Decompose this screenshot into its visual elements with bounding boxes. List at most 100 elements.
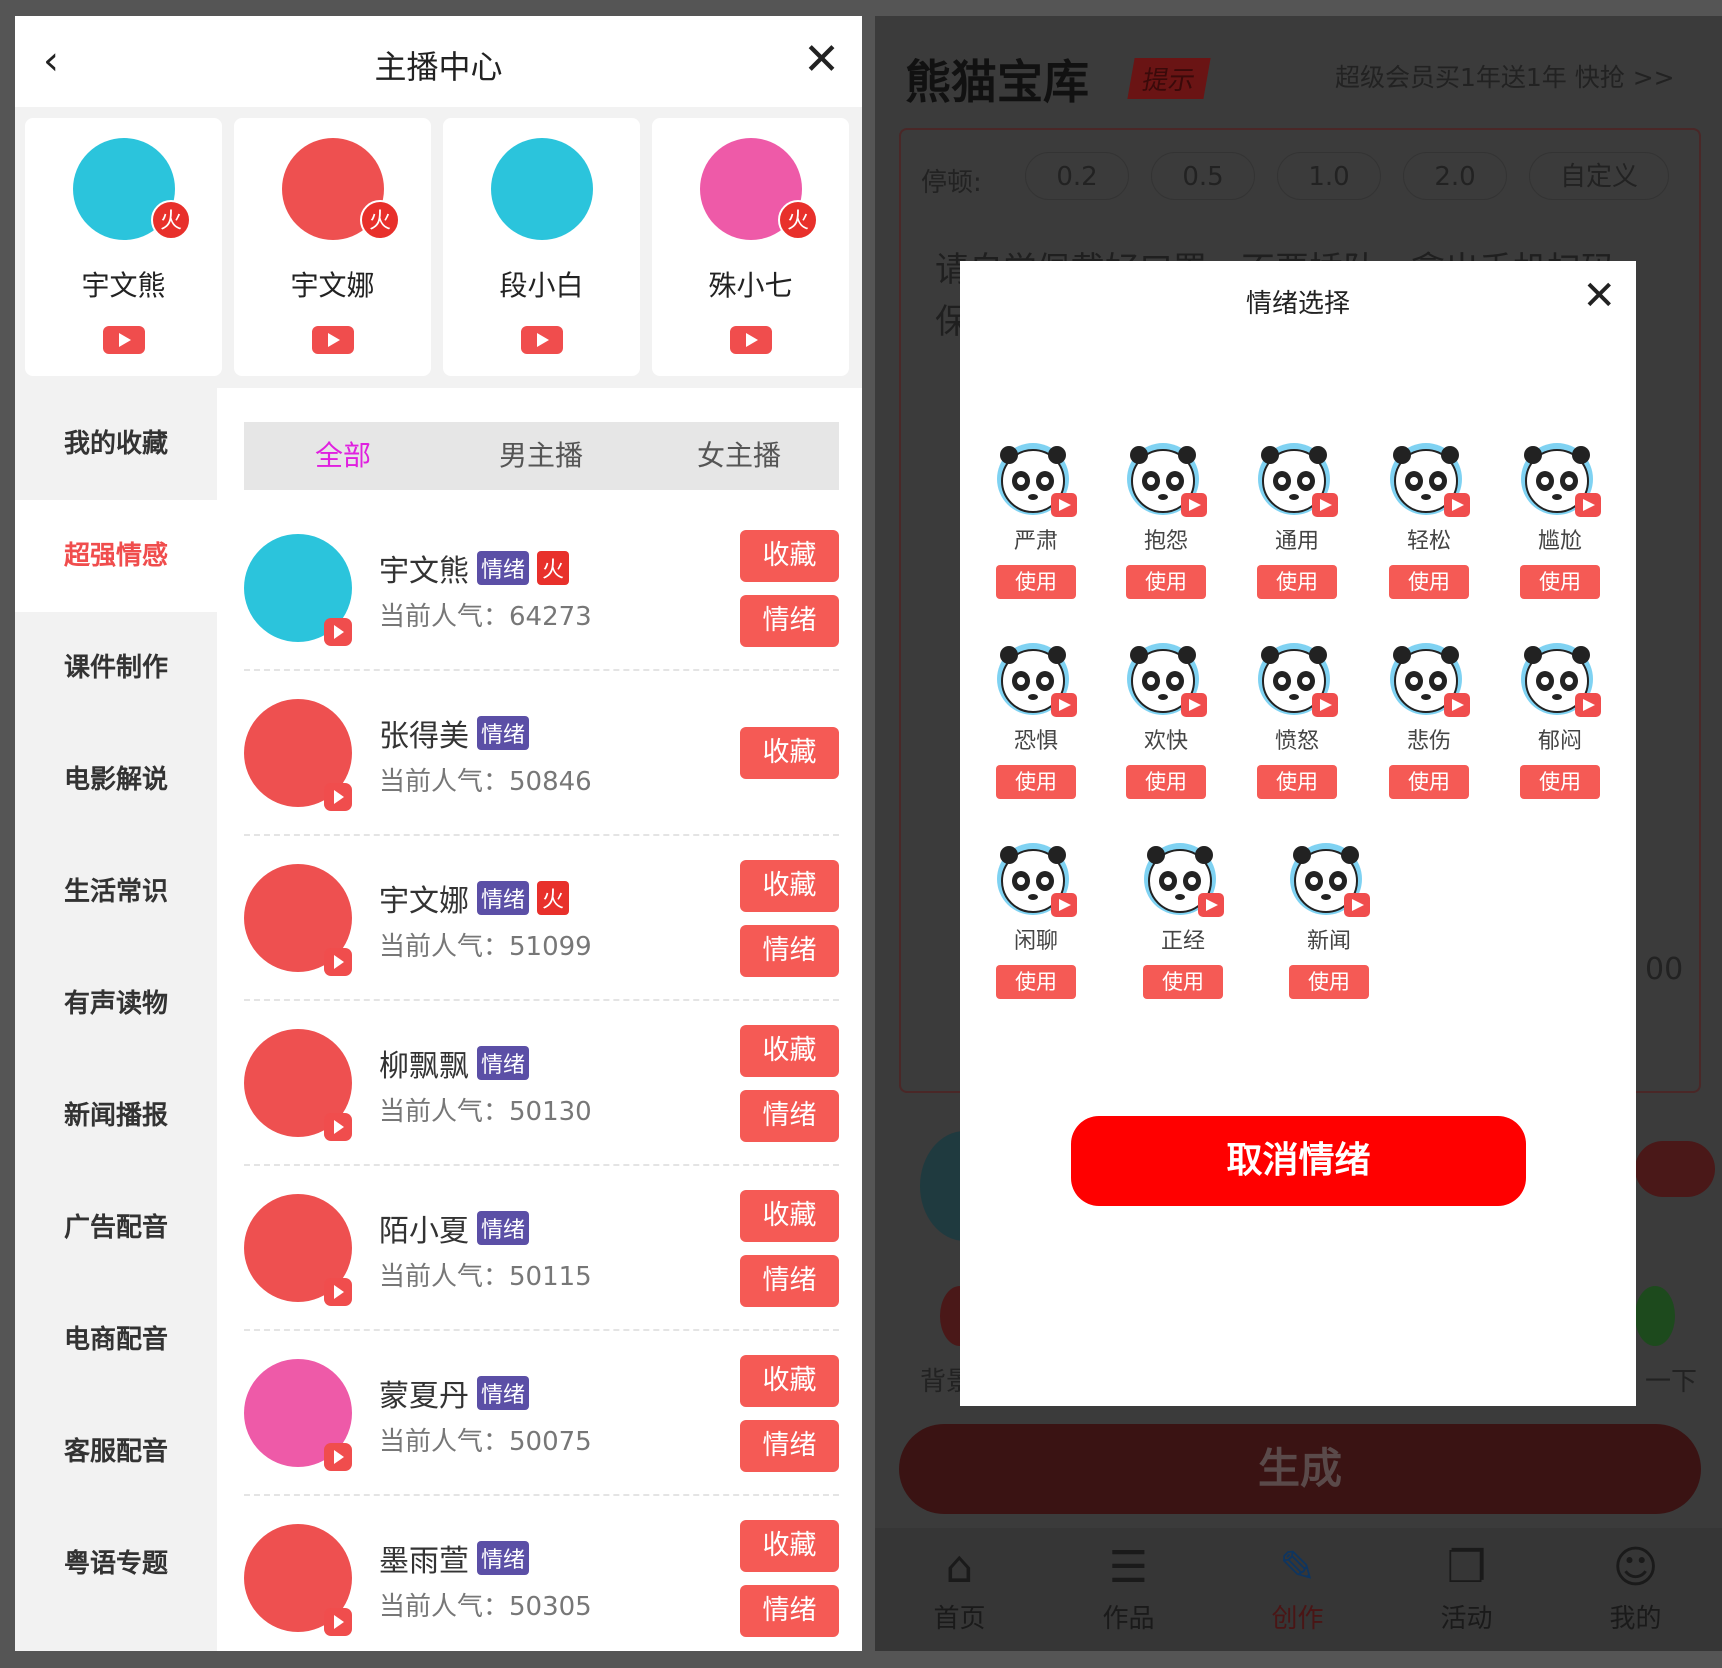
list-item[interactable]: 墨雨萱 情绪 当前人气：50305 收藏 情绪 bbox=[244, 1496, 839, 1651]
popularity-value: 50305 bbox=[509, 1592, 592, 1622]
pause-option[interactable]: 2.0 bbox=[1403, 152, 1507, 200]
play-icon[interactable] bbox=[324, 1608, 352, 1636]
preview-icon[interactable] bbox=[1635, 1286, 1675, 1346]
favorite-button[interactable]: 收藏 bbox=[740, 1025, 839, 1077]
list-item[interactable]: 蒙夏丹 情绪 当前人气：50075 收藏 情绪 bbox=[244, 1331, 839, 1496]
anchor-list-area: 全部 男主播 女主播 宇文熊 情绪火当前人气：64273 收藏 情绪 张得美 情绪 当前人气：5… bbox=[217, 388, 862, 1651]
nav-item[interactable]: ☺ 我的 bbox=[1551, 1528, 1720, 1635]
emotion-label: 欢快 bbox=[1143, 729, 1188, 754]
sidebar-item[interactable]: 生活常识 bbox=[15, 836, 217, 948]
favorite-button[interactable]: 收藏 bbox=[740, 530, 839, 582]
panda-icon[interactable] bbox=[1123, 441, 1209, 519]
pause-option[interactable]: 1.0 bbox=[1277, 152, 1381, 200]
nav-item[interactable]: ✎ 创作 bbox=[1213, 1528, 1382, 1635]
sidebar-item[interactable]: 客服配音 bbox=[15, 1396, 217, 1508]
tip-badge[interactable]: 提示 bbox=[1127, 58, 1211, 99]
sidebar-item[interactable]: 超强情感 bbox=[15, 500, 217, 612]
play-icon[interactable] bbox=[730, 326, 772, 354]
anchor-name-line: 蒙夏丹 情绪 bbox=[379, 1371, 530, 1415]
promo-link[interactable]: 超级会员买1年送1年 快抢 >> bbox=[1335, 58, 1675, 94]
use-button[interactable]: 使用 bbox=[1126, 765, 1206, 799]
use-button[interactable]: 使用 bbox=[996, 565, 1076, 599]
play-icon[interactable] bbox=[324, 783, 352, 811]
action-button[interactable] bbox=[1635, 1141, 1715, 1197]
favorite-button[interactable]: 收藏 bbox=[740, 727, 839, 779]
close-icon[interactable]: ✕ bbox=[1582, 273, 1616, 319]
panda-icon[interactable] bbox=[1254, 441, 1340, 519]
tab[interactable]: 女主播 bbox=[640, 422, 838, 490]
play-icon[interactable] bbox=[312, 326, 354, 354]
panda-icon[interactable] bbox=[993, 441, 1079, 519]
popularity: 当前人气：64273 bbox=[379, 596, 592, 633]
panda-icon[interactable] bbox=[993, 641, 1079, 719]
emotion-button[interactable]: 情绪 bbox=[740, 1090, 839, 1142]
panda-icon[interactable] bbox=[1123, 641, 1209, 719]
play-icon[interactable] bbox=[324, 618, 352, 646]
use-button[interactable]: 使用 bbox=[1257, 765, 1337, 799]
list-item[interactable]: 宇文娜 情绪火当前人气：51099 收藏 情绪 bbox=[244, 836, 839, 1001]
panda-icon[interactable] bbox=[993, 841, 1079, 919]
close-icon[interactable]: ✕ bbox=[803, 34, 840, 85]
favorite-button[interactable]: 收藏 bbox=[740, 1190, 839, 1242]
list-item[interactable]: 陌小夏 情绪 当前人气：50115 收藏 情绪 bbox=[244, 1166, 839, 1331]
featured-anchor-card[interactable]: 段小白 bbox=[443, 118, 640, 376]
nav-item[interactable]: ⌂ 首页 bbox=[875, 1528, 1044, 1635]
emotion-button[interactable]: 情绪 bbox=[740, 925, 839, 977]
play-icon[interactable] bbox=[103, 326, 145, 354]
sidebar-item[interactable]: 电商配音 bbox=[15, 1284, 217, 1396]
sidebar-item[interactable]: 课件制作 bbox=[15, 612, 217, 724]
sidebar-item[interactable]: 新闻播报 bbox=[15, 1060, 217, 1172]
sidebar-item[interactable]: 广告配音 bbox=[15, 1172, 217, 1284]
play-icon[interactable] bbox=[324, 1443, 352, 1471]
sidebar-item[interactable]: 我的收藏 bbox=[15, 388, 217, 500]
panda-icon[interactable] bbox=[1386, 641, 1472, 719]
emotion-button[interactable]: 情绪 bbox=[740, 1255, 839, 1307]
favorite-button[interactable]: 收藏 bbox=[740, 1520, 839, 1572]
generate-button[interactable]: 生成 bbox=[899, 1424, 1701, 1514]
tab[interactable]: 全部 bbox=[244, 422, 442, 490]
featured-anchor-card[interactable]: 火宇文熊 bbox=[25, 118, 222, 376]
nav-label: 首页 bbox=[933, 1604, 986, 1634]
panda-icon[interactable] bbox=[1140, 841, 1226, 919]
emotion-badge: 情绪 bbox=[477, 1046, 530, 1080]
emotion-button[interactable]: 情绪 bbox=[740, 595, 839, 647]
panda-icon[interactable] bbox=[1517, 641, 1603, 719]
emotion-button[interactable]: 情绪 bbox=[740, 1585, 839, 1637]
play-icon[interactable] bbox=[324, 948, 352, 976]
panda-icon[interactable] bbox=[1254, 641, 1340, 719]
use-button[interactable]: 使用 bbox=[1143, 965, 1223, 999]
featured-anchor-card[interactable]: 火宇文娜 bbox=[234, 118, 431, 376]
pause-option[interactable]: 自定义 bbox=[1529, 152, 1669, 200]
featured-anchor-card[interactable]: 火殊小七 bbox=[652, 118, 849, 376]
nav-item[interactable]: ☰ 作品 bbox=[1044, 1528, 1213, 1635]
play-icon[interactable] bbox=[324, 1113, 352, 1141]
favorite-button[interactable]: 收藏 bbox=[740, 860, 839, 912]
use-button[interactable]: 使用 bbox=[1520, 565, 1600, 599]
list-item[interactable]: 张得美 情绪 当前人气：50846 收藏 bbox=[244, 671, 839, 836]
favorite-button[interactable]: 收藏 bbox=[740, 1355, 839, 1407]
panda-icon[interactable] bbox=[1286, 841, 1372, 919]
tab[interactable]: 男主播 bbox=[442, 422, 640, 490]
pause-option[interactable]: 0.2 bbox=[1025, 152, 1129, 200]
list-item[interactable]: 宇文熊 情绪火当前人气：64273 收藏 情绪 bbox=[244, 506, 839, 671]
cancel-emotion-button[interactable]: 取消情绪 bbox=[1071, 1116, 1526, 1206]
use-button[interactable]: 使用 bbox=[1257, 565, 1337, 599]
sidebar-item[interactable]: 电影解说 bbox=[15, 724, 217, 836]
use-button[interactable]: 使用 bbox=[1389, 765, 1469, 799]
use-button[interactable]: 使用 bbox=[1520, 765, 1600, 799]
emotion-button[interactable]: 情绪 bbox=[740, 1420, 839, 1472]
use-button[interactable]: 使用 bbox=[1389, 565, 1469, 599]
list-item[interactable]: 柳飘飘 情绪 当前人气：50130 收藏 情绪 bbox=[244, 1001, 839, 1166]
panda-icon[interactable] bbox=[1517, 441, 1603, 519]
use-button[interactable]: 使用 bbox=[996, 965, 1076, 999]
nav-item[interactable]: ❐ 活动 bbox=[1382, 1528, 1551, 1635]
use-button[interactable]: 使用 bbox=[1289, 965, 1369, 999]
play-icon[interactable] bbox=[521, 326, 563, 354]
use-button[interactable]: 使用 bbox=[1126, 565, 1206, 599]
panda-icon[interactable] bbox=[1386, 441, 1472, 519]
pause-option[interactable]: 0.5 bbox=[1151, 152, 1255, 200]
play-icon[interactable] bbox=[324, 1278, 352, 1306]
sidebar-item[interactable]: 有声读物 bbox=[15, 948, 217, 1060]
use-button[interactable]: 使用 bbox=[996, 765, 1076, 799]
sidebar-item[interactable]: 粤语专题 bbox=[15, 1508, 217, 1620]
